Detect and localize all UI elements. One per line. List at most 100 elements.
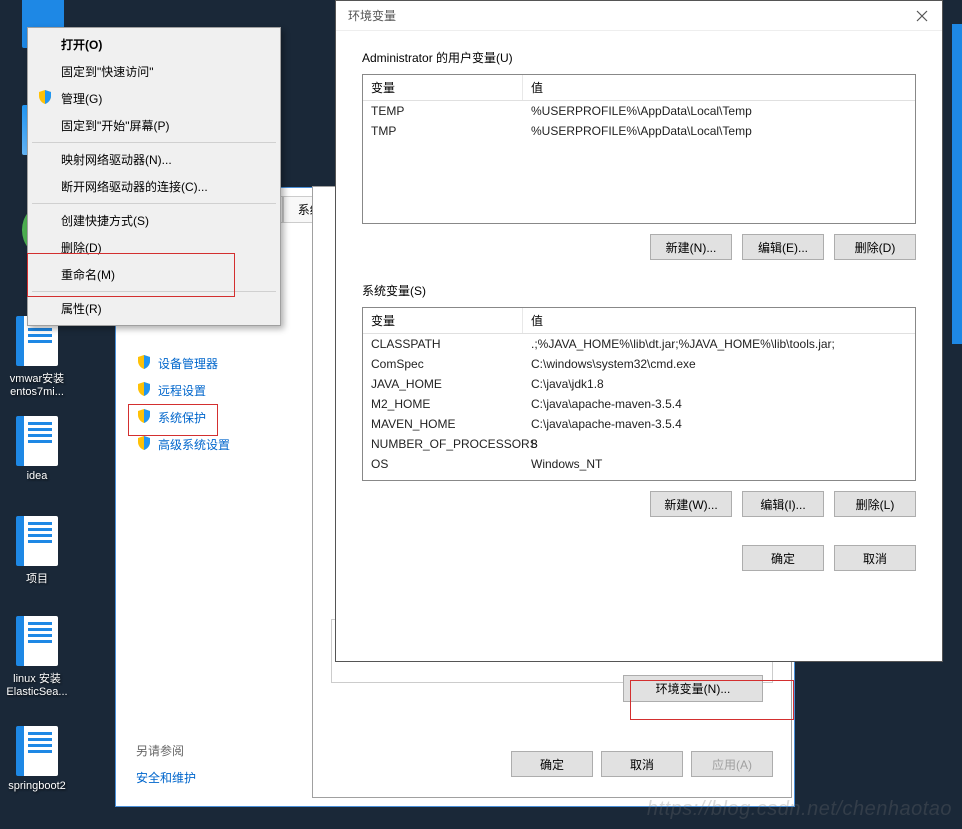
cp-see-also: 另请参阅 安全和维护 [136, 742, 196, 786]
device-manager-link[interactable]: 设备管理器 [136, 354, 256, 373]
ok-button[interactable]: 确定 [511, 751, 593, 777]
var-value: Windows_NT [523, 454, 915, 474]
menu-manage[interactable]: 管理(G) [31, 85, 277, 112]
variable-row[interactable]: M2_HOMEC:\java\apache-maven-3.5.4 [363, 394, 915, 414]
close-icon [916, 10, 928, 22]
desktop-icon-label: springboot2 [2, 780, 72, 792]
column-variable[interactable]: 变量 [363, 75, 523, 100]
var-name: CLASSPATH [363, 334, 523, 354]
close-button[interactable] [902, 2, 942, 30]
advanced-system-settings-link[interactable]: 高级系统设置 [136, 435, 256, 454]
menu-shortcut[interactable]: 创建快捷方式(S) [31, 207, 277, 234]
desktop-icon-label: idea [2, 470, 72, 482]
dialog-titlebar[interactable]: 环境变量 [336, 1, 942, 31]
security-link[interactable]: 安全和维护 [136, 769, 196, 786]
desktop-icon-springboot[interactable]: springboot2 [2, 726, 72, 792]
system-vars-label: 系统变量(S) [362, 282, 916, 299]
user-button-row: 新建(N)... 编辑(E)... 删除(D) [362, 234, 916, 260]
var-name: MAVEN_HOME [363, 414, 523, 434]
system-protection-link[interactable]: 系统保护 [136, 408, 256, 427]
environment-variables-button[interactable]: 环境变量(N)... [623, 675, 763, 702]
variable-row[interactable]: OSWindows_NT [363, 454, 915, 474]
dialog-buttons: 确定 取消 [362, 545, 916, 571]
menu-delete[interactable]: 删除(D) [31, 234, 277, 261]
system-button-row: 新建(W)... 编辑(I)... 删除(L) [362, 491, 916, 517]
shield-icon [136, 381, 152, 400]
system-delete-button[interactable]: 删除(L) [834, 491, 916, 517]
system-new-button[interactable]: 新建(W)... [650, 491, 732, 517]
cp-left-panel: 控制面板主页 设备管理器 远程设置 系统保护 高级系统设置 [136, 303, 256, 462]
menu-separator [32, 203, 276, 204]
shield-icon [136, 435, 152, 454]
list-header: 变量 值 [363, 75, 915, 101]
document-icon [16, 726, 58, 776]
menu-map-drive[interactable]: 映射网络驱动器(N)... [31, 146, 277, 173]
var-name: ComSpec [363, 354, 523, 374]
user-delete-button[interactable]: 删除(D) [834, 234, 916, 260]
column-value[interactable]: 值 [523, 308, 915, 333]
variable-row[interactable]: NUMBER_OF_PROCESSORS8 [363, 434, 915, 454]
var-value: .;%JAVA_HOME%\lib\dt.jar;%JAVA_HOME%\lib… [523, 334, 915, 354]
var-name: JAVA_HOME [363, 374, 523, 394]
var-name: TMP [363, 121, 523, 141]
variable-row[interactable]: JAVA_HOMEC:\java\jdk1.8 [363, 374, 915, 394]
desktop-icon-label: 项目 [2, 570, 72, 586]
menu-separator [32, 291, 276, 292]
desktop-icon-vmware[interactable]: vmwar安装 entos7mi... [2, 316, 72, 398]
column-value[interactable]: 值 [523, 75, 915, 100]
user-new-button[interactable]: 新建(N)... [650, 234, 732, 260]
dialog-buttons: 确定 取消 应用(A) [511, 751, 773, 777]
dialog-body: Administrator 的用户变量(U) 变量 值 TEMP%USERPRO… [336, 31, 942, 589]
variable-row[interactable]: ComSpecC:\windows\system32\cmd.exe [363, 354, 915, 374]
column-variable[interactable]: 变量 [363, 308, 523, 333]
menu-pin-start[interactable]: 固定到"开始"屏幕(P) [31, 112, 277, 139]
var-name: M2_HOME [363, 394, 523, 414]
shield-icon [136, 408, 152, 427]
variable-row[interactable]: MAVEN_HOMEC:\java\apache-maven-3.5.4 [363, 414, 915, 434]
remote-settings-link[interactable]: 远程设置 [136, 381, 256, 400]
var-value: C:\windows\system32\cmd.exe [523, 354, 915, 374]
document-icon [16, 616, 58, 666]
user-vars-list[interactable]: 变量 值 TEMP%USERPROFILE%\AppData\Local\Tem… [362, 74, 916, 224]
desktop-icon-project[interactable]: 项目 [2, 516, 72, 586]
document-icon [16, 516, 58, 566]
desktop-icon-label: linux 安装 ElasticSea... [2, 670, 72, 698]
see-also-label: 另请参阅 [136, 742, 196, 759]
list-header: 变量 值 [363, 308, 915, 334]
variable-row[interactable]: CLASSPATH.;%JAVA_HOME%\lib\dt.jar;%JAVA_… [363, 334, 915, 354]
variable-row[interactable]: TEMP%USERPROFILE%\AppData\Local\Temp [363, 101, 915, 121]
environment-variables-dialog: 环境变量 Administrator 的用户变量(U) 变量 值 TEMP%US… [335, 0, 943, 662]
user-edit-button[interactable]: 编辑(E)... [742, 234, 824, 260]
var-value: C:\java\apache-maven-3.5.4 [523, 414, 915, 434]
apply-button[interactable]: 应用(A) [691, 751, 773, 777]
context-menu: 打开(O) 固定到"快速访问" 管理(G) 固定到"开始"屏幕(P) 映射网络驱… [27, 27, 281, 326]
system-edit-button[interactable]: 编辑(I)... [742, 491, 824, 517]
desktop-icon-linux[interactable]: linux 安装 ElasticSea... [2, 616, 72, 698]
menu-separator [32, 142, 276, 143]
system-vars-list[interactable]: 变量 值 CLASSPATH.;%JAVA_HOME%\lib\dt.jar;%… [362, 307, 916, 481]
dialog-title: 环境变量 [348, 7, 396, 24]
var-value: %USERPROFILE%\AppData\Local\Temp [523, 101, 915, 121]
cancel-button[interactable]: 取消 [601, 751, 683, 777]
menu-rename[interactable]: 重命名(M) [31, 261, 277, 288]
var-value: 8 [523, 434, 915, 454]
shield-icon [136, 354, 152, 373]
var-value: C:\java\apache-maven-3.5.4 [523, 394, 915, 414]
document-icon [16, 416, 58, 466]
menu-open[interactable]: 打开(O) [31, 31, 277, 58]
var-name: TEMP [363, 101, 523, 121]
variable-row[interactable]: TMP%USERPROFILE%\AppData\Local\Temp [363, 121, 915, 141]
var-name: OS [363, 454, 523, 474]
menu-properties[interactable]: 属性(R) [31, 295, 277, 322]
var-value: C:\java\jdk1.8 [523, 374, 915, 394]
shield-icon [37, 89, 53, 108]
menu-pin-quick[interactable]: 固定到"快速访问" [31, 58, 277, 85]
var-name: NUMBER_OF_PROCESSORS [363, 434, 523, 454]
var-value: %USERPROFILE%\AppData\Local\Temp [523, 121, 915, 141]
desktop-icon-idea[interactable]: idea [2, 416, 72, 482]
menu-disconnect[interactable]: 断开网络驱动器的连接(C)... [31, 173, 277, 200]
cancel-button[interactable]: 取消 [834, 545, 916, 571]
ok-button[interactable]: 确定 [742, 545, 824, 571]
desktop-icon-label: vmwar安装 entos7mi... [2, 370, 72, 398]
user-vars-label: Administrator 的用户变量(U) [362, 49, 916, 66]
